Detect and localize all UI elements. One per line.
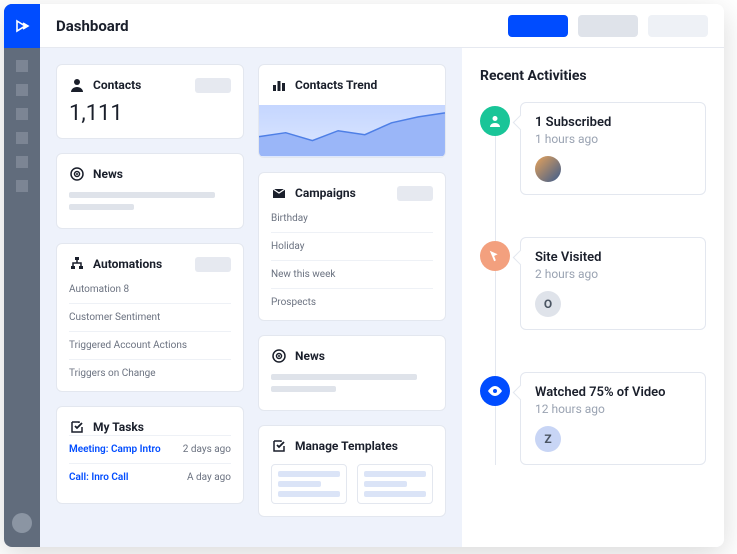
activity-avatar [535,156,561,182]
account-avatar-icon [12,513,32,533]
news-label: News [93,167,123,181]
column-right: Contacts Trend Campaigns B [258,64,446,531]
task-name: Meeting: Camp Intro [69,444,161,455]
tasks-card[interactable]: My Tasks Meeting: Camp Intro 2 days ago … [56,406,244,504]
sidebar-nav-item[interactable] [16,156,28,168]
content: Contacts 1,111 News [40,48,724,547]
activity-title: Site Visited [535,250,691,265]
sidebar-account[interactable] [12,513,32,533]
campaigns-icon [271,185,287,201]
page-title: Dashboard [56,17,129,35]
task-name: Call: Inro Call [69,472,129,483]
activity-type-icon [480,376,510,406]
news-icon [271,348,287,364]
activity-item: Site Visited 2 hours ago O [520,237,706,330]
activity-time: 12 hours ago [535,402,691,416]
list-item[interactable]: Automation 8 [69,276,231,303]
tasks-label: My Tasks [93,420,144,434]
activity-time: 2 hours ago [535,267,691,281]
campaigns-card[interactable]: Campaigns Birthday Holiday New this week… [258,172,446,321]
task-row[interactable]: Call: Inro Call A day ago [69,463,231,491]
templates-icon [271,438,287,454]
news-card-2[interactable]: News [258,335,446,411]
activity-avatar: Z [535,426,561,452]
activities-panel: Recent Activities 1 Subscribed 1 hours a… [462,48,724,547]
activity-title: 1 Subscribed [535,115,691,130]
activity-item: Watched 75% of Video 12 hours ago Z [520,372,706,465]
news-placeholder [69,192,231,210]
news-placeholder [271,374,433,392]
contacts-trend-card[interactable]: Contacts Trend [258,64,446,158]
brand-icon [14,18,30,34]
activity-type-icon [480,106,510,136]
contacts-count: 1,111 [69,101,231,126]
automations-list: Automation 8 Customer Sentiment Triggere… [69,276,231,387]
list-item[interactable]: New this week [271,260,433,288]
primary-action-button[interactable] [508,15,568,37]
contacts-card[interactable]: Contacts 1,111 [56,64,244,139]
contacts-label: Contacts [93,78,141,92]
list-item[interactable]: Triggers on Change [69,359,231,387]
news-card[interactable]: News [56,153,244,229]
trend-label: Contacts Trend [295,78,377,92]
activity-avatar: O [535,291,561,317]
topbar: Dashboard [40,4,724,48]
activities-title: Recent Activities [480,68,706,84]
sidebar-nav-item[interactable] [16,180,28,192]
activity-card[interactable]: 1 Subscribed 1 hours ago [520,102,706,195]
list-item[interactable]: Holiday [271,232,433,260]
activity-type-icon [480,241,510,271]
activities-timeline: 1 Subscribed 1 hours ago Site Visited 2 … [480,102,706,465]
task-time: 2 days ago [183,444,231,455]
template-thumb[interactable] [357,464,433,504]
activity-card[interactable]: Watched 75% of Video 12 hours ago Z [520,372,706,465]
templates-row [271,464,433,504]
sidebar-nav-item[interactable] [16,84,28,96]
activity-time: 1 hours ago [535,132,691,146]
task-row[interactable]: Meeting: Camp Intro 2 days ago [69,435,231,463]
activity-title: Watched 75% of Video [535,385,691,400]
activity-card[interactable]: Site Visited 2 hours ago O [520,237,706,330]
news-label-2: News [295,349,325,363]
templates-label: Manage Templates [295,439,398,453]
secondary-action-button[interactable] [578,15,638,37]
news-icon [69,166,85,182]
list-item[interactable]: Triggered Account Actions [69,331,231,359]
app-window: Dashboard Contacts 1,111 [4,4,724,547]
list-item[interactable]: Customer Sentiment [69,303,231,331]
main-area: Dashboard Contacts 1,111 [40,4,724,547]
template-thumb[interactable] [271,464,347,504]
trend-chart [259,105,445,157]
card-badge [195,78,231,93]
campaigns-list: Birthday Holiday New this week Prospects [271,205,433,316]
sidebar-nav-item[interactable] [16,132,28,144]
templates-card[interactable]: Manage Templates [258,425,446,517]
activity-item: 1 Subscribed 1 hours ago [520,102,706,195]
tasks-icon [69,419,85,435]
campaigns-label: Campaigns [295,186,356,200]
sidebar-nav-item[interactable] [16,60,28,72]
topbar-actions [508,15,708,37]
list-item[interactable]: Birthday [271,205,433,232]
bar-chart-icon [271,77,287,93]
brand-logo[interactable] [4,4,40,48]
tertiary-action-button[interactable] [648,15,708,37]
contacts-icon [69,77,85,93]
automations-label: Automations [93,257,162,271]
automations-icon [69,256,85,272]
card-badge [195,257,231,272]
card-badge [397,186,433,201]
sidebar [4,4,40,547]
automations-card[interactable]: Automations Automation 8 Customer Sentim… [56,243,244,392]
dashboard-columns: Contacts 1,111 News [40,48,462,547]
list-item[interactable]: Prospects [271,288,433,316]
column-left: Contacts 1,111 News [56,64,244,531]
task-time: A day ago [187,472,231,483]
sidebar-nav-item[interactable] [16,108,28,120]
